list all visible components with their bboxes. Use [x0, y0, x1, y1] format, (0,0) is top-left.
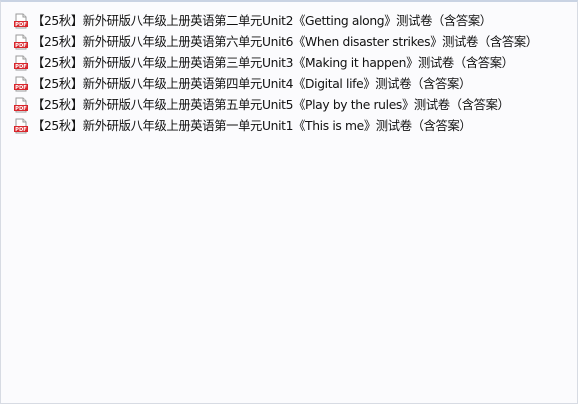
file-item[interactable]: PDF 【25秋】新外研版八年级上册英语第二单元Unit2《Getting al…	[13, 10, 573, 31]
file-list-panel: PDF 【25秋】新外研版八年级上册英语第二单元Unit2《Getting al…	[0, 0, 578, 404]
pdf-file-icon: PDF	[14, 118, 28, 133]
file-name[interactable]: 【25秋】新外研版八年级上册英语第五单元Unit5《Play by the ru…	[32, 97, 510, 113]
file-name[interactable]: 【25秋】新外研版八年级上册英语第一单元Unit1《This is me》测试卷…	[32, 118, 472, 134]
file-name[interactable]: 【25秋】新外研版八年级上册英语第六单元Unit6《When disaster …	[32, 34, 538, 50]
svg-text:PDF: PDF	[15, 84, 27, 90]
pdf-file-icon: PDF	[14, 76, 28, 91]
svg-text:PDF: PDF	[15, 63, 27, 69]
file-name[interactable]: 【25秋】新外研版八年级上册英语第四单元Unit4《Digital life》测…	[32, 76, 471, 92]
pdf-file-icon: PDF	[14, 97, 28, 112]
file-item[interactable]: PDF 【25秋】新外研版八年级上册英语第六单元Unit6《When disas…	[13, 31, 573, 52]
file-name[interactable]: 【25秋】新外研版八年级上册英语第三单元Unit3《Making it happ…	[32, 55, 514, 71]
file-list: PDF 【25秋】新外研版八年级上册英语第二单元Unit2《Getting al…	[13, 10, 573, 136]
svg-text:PDF: PDF	[15, 21, 27, 27]
pdf-file-icon: PDF	[14, 13, 28, 28]
svg-text:PDF: PDF	[15, 126, 27, 132]
svg-text:PDF: PDF	[15, 42, 27, 48]
file-name[interactable]: 【25秋】新外研版八年级上册英语第二单元Unit2《Getting along》…	[32, 13, 492, 29]
pdf-file-icon: PDF	[14, 55, 28, 70]
svg-text:PDF: PDF	[15, 105, 27, 111]
file-item[interactable]: PDF 【25秋】新外研版八年级上册英语第一单元Unit1《This is me…	[13, 115, 573, 136]
file-item[interactable]: PDF 【25秋】新外研版八年级上册英语第五单元Unit5《Play by th…	[13, 94, 573, 115]
file-item[interactable]: PDF 【25秋】新外研版八年级上册英语第四单元Unit4《Digital li…	[13, 73, 573, 94]
pdf-file-icon: PDF	[14, 34, 28, 49]
file-item[interactable]: PDF 【25秋】新外研版八年级上册英语第三单元Unit3《Making it …	[13, 52, 573, 73]
